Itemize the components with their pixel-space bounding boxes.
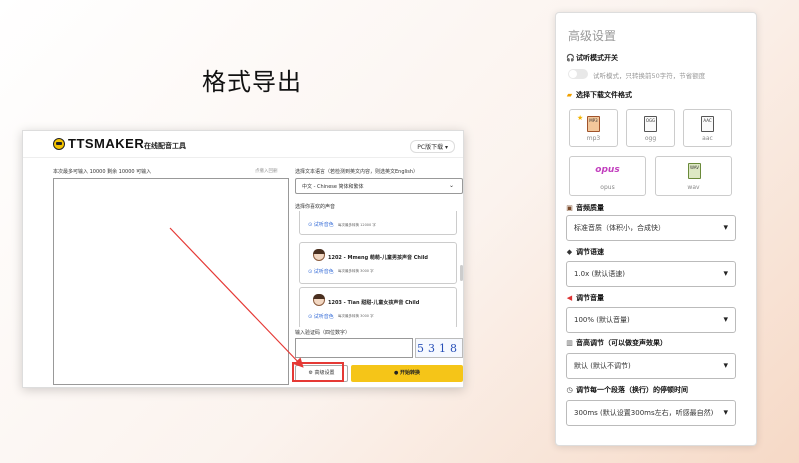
speed-select[interactable]: 1.0x (默认语速) ▾ xyxy=(566,261,736,287)
format-section: ▰ 选择下载文件格式 xyxy=(566,90,632,100)
pause-value: 300ms (默认设置300ms左右，听感最自然) xyxy=(574,409,714,417)
pause-section: ◷ 调节每一个段落（换行）的停顿时间 xyxy=(566,385,688,395)
listen-mode-title: 试听模式开关 xyxy=(576,54,618,62)
chevron-down-icon: ▾ xyxy=(723,315,728,325)
chevron-down-icon: ▾ xyxy=(723,408,728,418)
listen-mode-toggle[interactable] xyxy=(568,69,588,79)
pitch-section: ▥ 音高调节（可以做变声效果） xyxy=(566,338,667,348)
advanced-settings-highlight xyxy=(292,362,344,382)
panel-title: 高级设置 xyxy=(568,29,617,43)
quality-select[interactable]: 标准音质（体积小，合成快） ▾ xyxy=(566,215,736,241)
volume-select[interactable]: 100% (默认音量) ▾ xyxy=(566,307,736,333)
pitch-select[interactable]: 默认 (默认不调节) ▾ xyxy=(566,353,736,379)
format-label: wav xyxy=(687,184,700,191)
aac-file-icon: AAC xyxy=(701,116,714,132)
format-option-mp3[interactable]: ★ MP3 mp3 xyxy=(569,109,618,147)
chevron-down-icon: ▾ xyxy=(723,361,728,371)
format-label: ogg xyxy=(644,135,657,142)
pause-select[interactable]: 300ms (默认设置300ms左右，听感最自然) ▾ xyxy=(566,400,736,426)
format-label: mp3 xyxy=(586,135,601,142)
volume-section: ◀ 调节音量 xyxy=(566,293,604,303)
speed-title: 调节语速 xyxy=(576,248,604,256)
format-option-opus[interactable]: opus opus xyxy=(569,156,646,196)
mp3-file-icon: MP3 xyxy=(587,116,600,132)
format-label: aac xyxy=(702,135,713,142)
quality-value: 标准音质（体积小，合成快） xyxy=(574,224,665,232)
quality-section: ▣ 音频质量 xyxy=(566,203,604,213)
volume-title: 调节音量 xyxy=(576,294,604,302)
headphones-icon: 🎧 xyxy=(566,53,575,62)
pitch-icon: ▥ xyxy=(566,338,573,347)
format-title: 选择下载文件格式 xyxy=(576,91,632,99)
ogg-file-icon: OGG xyxy=(644,116,657,132)
listen-mode-text: 试听模式，只转换前50字符，节省额度 xyxy=(593,72,706,80)
chevron-down-icon: ▾ xyxy=(723,269,728,279)
pitch-value: 默认 (默认不调节) xyxy=(574,362,631,370)
folder-icon: ▰ xyxy=(566,90,573,99)
chevron-down-icon: ▾ xyxy=(723,223,728,233)
volume-icon: ◀ xyxy=(566,293,573,302)
selected-star-icon: ★ xyxy=(577,114,584,122)
format-label: opus xyxy=(600,184,615,191)
quality-title: 音频质量 xyxy=(576,204,604,212)
speed-icon: ◆ xyxy=(566,247,573,256)
wav-file-icon: WAV xyxy=(688,163,701,179)
pause-title: 调节每一个段落（换行）的停顿时间 xyxy=(576,386,688,394)
clock-icon: ◷ xyxy=(566,385,573,394)
format-option-ogg[interactable]: OGG ogg xyxy=(626,109,675,147)
format-option-aac[interactable]: AAC aac xyxy=(683,109,732,147)
advanced-settings-panel: 高级设置 🎧 试听模式开关 试听模式，只转换前50字符，节省额度 ▰ 选择下载文… xyxy=(555,12,757,446)
speed-section: ◆ 调节语速 xyxy=(566,247,604,257)
volume-value: 100% (默认音量) xyxy=(574,316,630,324)
speed-value: 1.0x (默认语速) xyxy=(574,270,625,278)
format-option-wav[interactable]: WAV wav xyxy=(655,156,732,196)
pitch-title: 音高调节（可以做变声效果） xyxy=(576,339,667,347)
quality-icon: ▣ xyxy=(566,203,573,212)
opus-logo-icon: opus xyxy=(595,165,620,175)
listen-mode-section: 🎧 试听模式开关 xyxy=(566,53,618,63)
